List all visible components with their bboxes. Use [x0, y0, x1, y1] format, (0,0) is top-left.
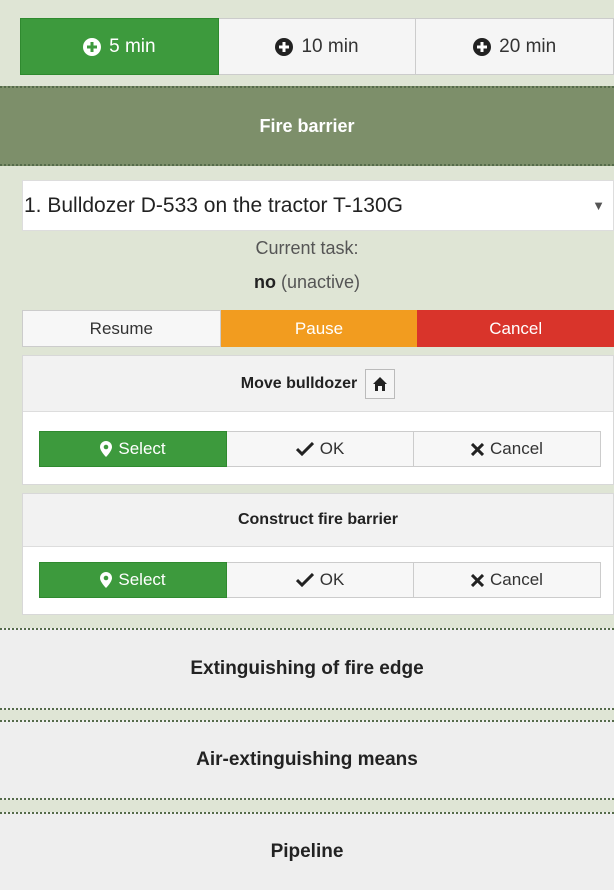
ok-label: OK	[319, 570, 345, 589]
time-20min-button[interactable]: 20 min	[416, 18, 614, 75]
time-20min-label: 20 min	[499, 35, 557, 57]
section-air-title: Air-extinguishing means	[196, 749, 418, 770]
construct-fire-barrier-actions: Select OK Cancel	[39, 562, 601, 598]
move-bulldozer-label: Move bulldozer	[240, 374, 358, 392]
construct-fire-barrier-card: Construct fire barrier Select OK Cancel	[22, 493, 614, 615]
time-10min-button[interactable]: 10 min	[218, 18, 417, 75]
section-pipeline[interactable]: Pipeline	[0, 812, 614, 890]
current-task-state: (unactive)	[280, 272, 361, 292]
vehicle-select-value: 1. Bulldozer D-533 on the tractor T-130G	[24, 193, 403, 217]
fire-barrier-title: Fire barrier	[259, 115, 355, 136]
construct-fire-barrier-label: Construct fire barrier	[237, 511, 399, 528]
current-task-status: no (unactive)	[0, 272, 614, 293]
move-bulldozer-title: Move bulldozer	[23, 356, 613, 412]
check-icon	[295, 573, 314, 587]
current-task-label: Current task:	[255, 238, 359, 258]
home-icon	[372, 376, 388, 392]
current-task-value: no	[253, 272, 276, 292]
time-10min-label: 10 min	[301, 35, 359, 57]
time-step-selector: 5 min 10 min 20 min	[20, 18, 614, 75]
resume-button[interactable]: Resume	[22, 310, 221, 347]
section-extinguishing-fire-edge[interactable]: Extinguishing of fire edge	[0, 628, 614, 710]
map-marker-icon	[100, 572, 113, 588]
select-label: Select	[118, 570, 166, 589]
vehicle-select[interactable]: 1. Bulldozer D-533 on the tractor T-130G…	[22, 180, 614, 231]
cancel-label: Cancel	[490, 439, 543, 458]
move-bulldozer-card: Move bulldozer Select OK Cancel	[22, 355, 614, 485]
plus-circle-icon	[83, 37, 102, 56]
check-icon	[295, 442, 314, 456]
section-extinguishing-title: Extinguishing of fire edge	[190, 658, 424, 679]
times-icon	[471, 442, 485, 456]
construct-fire-barrier-title: Construct fire barrier	[23, 494, 613, 547]
cancel-button[interactable]: Cancel	[414, 431, 601, 467]
ok-button[interactable]: OK	[227, 562, 414, 598]
pause-button[interactable]: Pause	[220, 310, 418, 347]
cancel-button[interactable]: Cancel	[414, 562, 601, 598]
task-control-bar: Resume Pause Cancel	[22, 310, 614, 347]
times-icon	[471, 573, 485, 587]
dropdown-caret-icon: ▼	[592, 198, 605, 213]
time-5min-button[interactable]: 5 min	[20, 18, 219, 75]
home-button[interactable]	[365, 368, 396, 399]
section-pipeline-title: Pipeline	[270, 841, 344, 862]
select-location-button[interactable]: Select	[39, 562, 227, 598]
plus-circle-icon	[473, 37, 492, 56]
cancel-label: Cancel	[490, 570, 543, 589]
time-5min-label: 5 min	[109, 35, 156, 57]
ok-label: OK	[319, 439, 345, 458]
plus-circle-icon	[275, 37, 294, 56]
select-location-button[interactable]: Select	[39, 431, 227, 467]
map-marker-icon	[100, 441, 113, 457]
fire-barrier-header[interactable]: Fire barrier	[0, 86, 614, 166]
move-bulldozer-actions: Select OK Cancel	[39, 431, 601, 467]
cancel-task-button[interactable]: Cancel	[417, 310, 614, 347]
ok-button[interactable]: OK	[227, 431, 414, 467]
section-air-extinguishing[interactable]: Air-extinguishing means	[0, 720, 614, 800]
select-label: Select	[118, 439, 166, 458]
